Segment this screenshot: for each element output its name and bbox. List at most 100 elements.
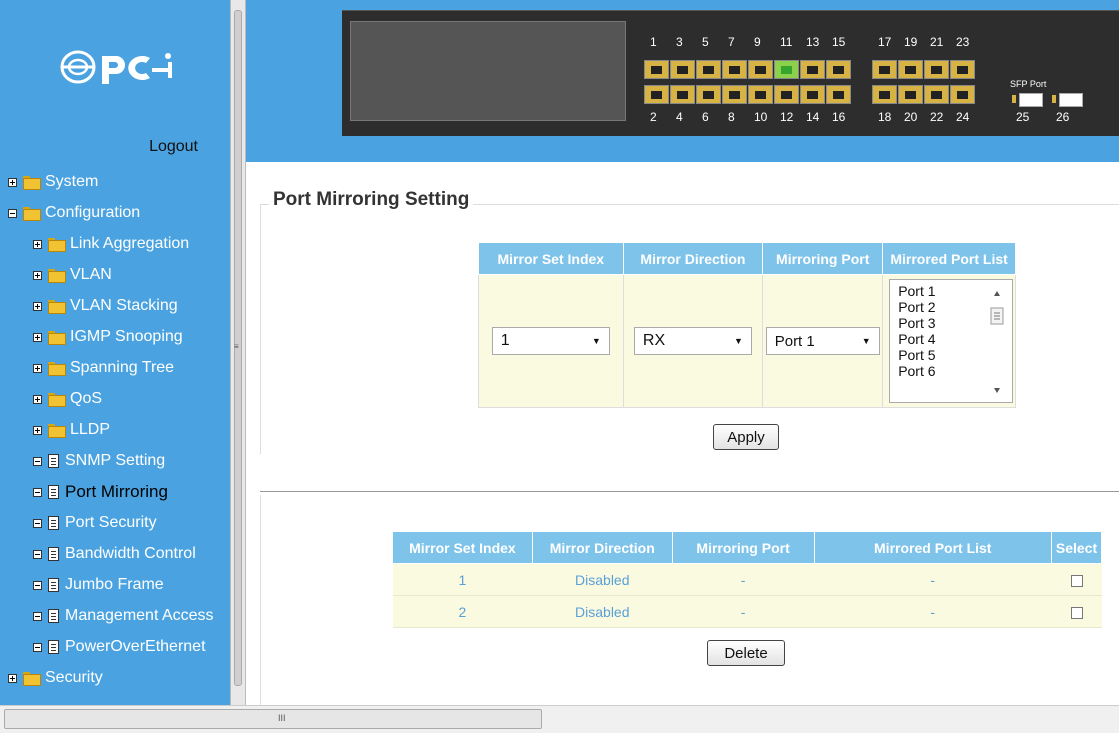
expand-icon[interactable]: [33, 239, 42, 249]
section-divider: [260, 491, 1119, 492]
sfp-led-25: [1012, 95, 1016, 103]
port-number-label: 13: [806, 35, 820, 49]
table-row: 2 Disabled - -: [392, 595, 1102, 628]
sidebar-item-port-mirroring[interactable]: Port Mirroring: [33, 478, 168, 506]
ethernet-port-7: [722, 60, 747, 79]
sidebar-item-port-security[interactable]: Port Security: [33, 509, 157, 537]
pci-logo: [60, 50, 172, 84]
switch-faceplate: 1 2 3 4 5 6 7 8 9 10 11 12 13 14 15 16 17 18 19 20 21 22 23 24 2…: [342, 10, 1119, 136]
expand-icon[interactable]: [8, 177, 17, 187]
app-window: Logout System Configuration Link Aggregati…: [0, 0, 1119, 733]
expand-icon[interactable]: [33, 270, 42, 280]
collapse-icon[interactable]: [33, 580, 42, 590]
sidebar-item-label: System: [45, 173, 99, 190]
sidebar-item-spanning-tree[interactable]: Spanning Tree: [33, 354, 174, 382]
port-number-label: 14: [806, 110, 820, 124]
sidebar-item-snmp-setting[interactable]: SNMP Setting: [33, 447, 165, 475]
row-index: 2: [392, 595, 533, 628]
mirror-direction-select[interactable]: RX ▼: [633, 327, 752, 355]
sidebar-item-management-access[interactable]: Management Access: [33, 602, 214, 630]
logout-link[interactable]: Logout: [0, 138, 222, 156]
mirroring-port-cell: Port 1 ▼: [762, 274, 884, 408]
port-number-label: 11: [780, 35, 793, 49]
ethernet-port-4: [670, 85, 695, 104]
port-number-label: 19: [904, 35, 918, 49]
expand-icon[interactable]: [33, 301, 42, 311]
collapse-icon[interactable]: [33, 642, 42, 652]
ethernet-port-3: [670, 60, 695, 79]
collapse-icon[interactable]: [33, 487, 42, 497]
sidebar-item-system[interactable]: System: [8, 168, 98, 196]
expand-icon[interactable]: [33, 394, 42, 404]
sidebar-item-label: Bandwidth Control: [65, 545, 196, 562]
page-icon: [48, 485, 59, 499]
row-mirrored-port-list: -: [814, 595, 1052, 628]
row-select-checkbox[interactable]: [1070, 606, 1083, 619]
ethernet-port-12: [774, 85, 799, 104]
collapse-icon[interactable]: [33, 611, 42, 621]
sidebar-item-igmp-snooping[interactable]: IGMP Snooping: [33, 323, 183, 351]
index-cell: 1 ▼: [478, 274, 624, 408]
ethernet-port-10: [748, 85, 773, 104]
ethernet-port-11: [774, 60, 799, 79]
mirror-list-table: Mirror Set Index Mirror Direction Mirror…: [392, 531, 1102, 628]
apply-button[interactable]: Apply: [713, 424, 779, 450]
header-mirrored-port-list: Mirrored Port List: [882, 242, 1016, 275]
collapse-icon[interactable]: [33, 456, 42, 466]
sidebar-item-security[interactable]: Security: [8, 664, 103, 692]
collapse-icon[interactable]: [33, 518, 42, 528]
mirroring-port-value: Port 1: [774, 332, 815, 350]
expand-icon[interactable]: [33, 363, 42, 373]
port-number-label: 1: [650, 35, 657, 49]
row-mirroring-port: -: [672, 563, 814, 596]
ethernet-port-18: [872, 85, 897, 104]
port-list-cell: Port 1 Port 2 Port 3 Port 4 Port 5 Port 6: [882, 274, 1016, 408]
sidebar-item-label: Configuration: [45, 204, 141, 221]
sidebar-item-vlan[interactable]: VLAN: [33, 261, 112, 289]
scrollbar-thumb[interactable]: [4, 709, 542, 729]
sidebar-item-vlan-stacking[interactable]: VLAN Stacking: [33, 292, 178, 320]
port-number-label: 15: [832, 35, 846, 49]
sidebar-item-jumbo-frame[interactable]: Jumbo Frame: [33, 571, 164, 599]
port-number-label: 4: [676, 110, 683, 124]
sidebar-item-bandwidth-control[interactable]: Bandwidth Control: [33, 540, 196, 568]
header-mirror-direction: Mirror Direction: [622, 242, 764, 275]
sidebar-item-lldp[interactable]: LLDP: [33, 416, 110, 444]
sidebar-item-label: VLAN: [70, 266, 112, 283]
port-number-label: 2: [650, 110, 657, 124]
delete-button[interactable]: Delete: [707, 640, 785, 666]
mirroring-port-select[interactable]: Port 1 ▼: [765, 327, 880, 355]
direction-cell: RX ▼: [622, 274, 764, 408]
collapse-icon[interactable]: [8, 208, 17, 218]
splitter-grip-icon: ≡: [234, 342, 239, 351]
expand-icon[interactable]: [33, 425, 42, 435]
ethernet-port-17: [872, 60, 897, 79]
folder-icon: [48, 424, 66, 438]
port-number-label: 21: [930, 35, 944, 49]
mirrored-port-listbox[interactable]: Port 1 Port 2 Port 3 Port 4 Port 5 Port 6: [889, 279, 1014, 403]
ethernet-port-8: [722, 85, 747, 104]
ethernet-port-9: [748, 60, 773, 79]
sfp-port-25: [1019, 93, 1043, 107]
port-number-label: 18: [878, 110, 892, 124]
sidebar-item-poweroverethernet[interactable]: PowerOverEthernet: [33, 633, 206, 661]
row-select-checkbox[interactable]: [1070, 574, 1083, 587]
port-number-label: 12: [780, 110, 794, 124]
listbox-scrollbar[interactable]: [988, 284, 1006, 400]
expand-icon[interactable]: [8, 673, 17, 683]
sfp-port-26: [1059, 93, 1083, 107]
horizontal-scrollbar[interactable]: III: [0, 705, 1119, 733]
port-number-label: 10: [754, 110, 768, 124]
port-number-label: 23: [956, 35, 970, 49]
expand-icon[interactable]: [33, 332, 42, 342]
sidebar-item-link-aggregation[interactable]: Link Aggregation: [33, 230, 189, 258]
sidebar-item-label: Port Security: [65, 514, 157, 531]
mirror-index-select[interactable]: 1 ▼: [491, 327, 610, 355]
port-number-label: 17: [878, 35, 892, 49]
frame-splitter[interactable]: ≡: [230, 0, 246, 705]
collapse-icon[interactable]: [33, 549, 42, 559]
sidebar-item-configuration[interactable]: Configuration: [8, 199, 140, 227]
mirror-list-body: 1 Disabled - -2 Disabled - -: [392, 563, 1102, 628]
sidebar-item-qos[interactable]: QoS: [33, 385, 102, 413]
ethernet-port-14: [800, 85, 825, 104]
